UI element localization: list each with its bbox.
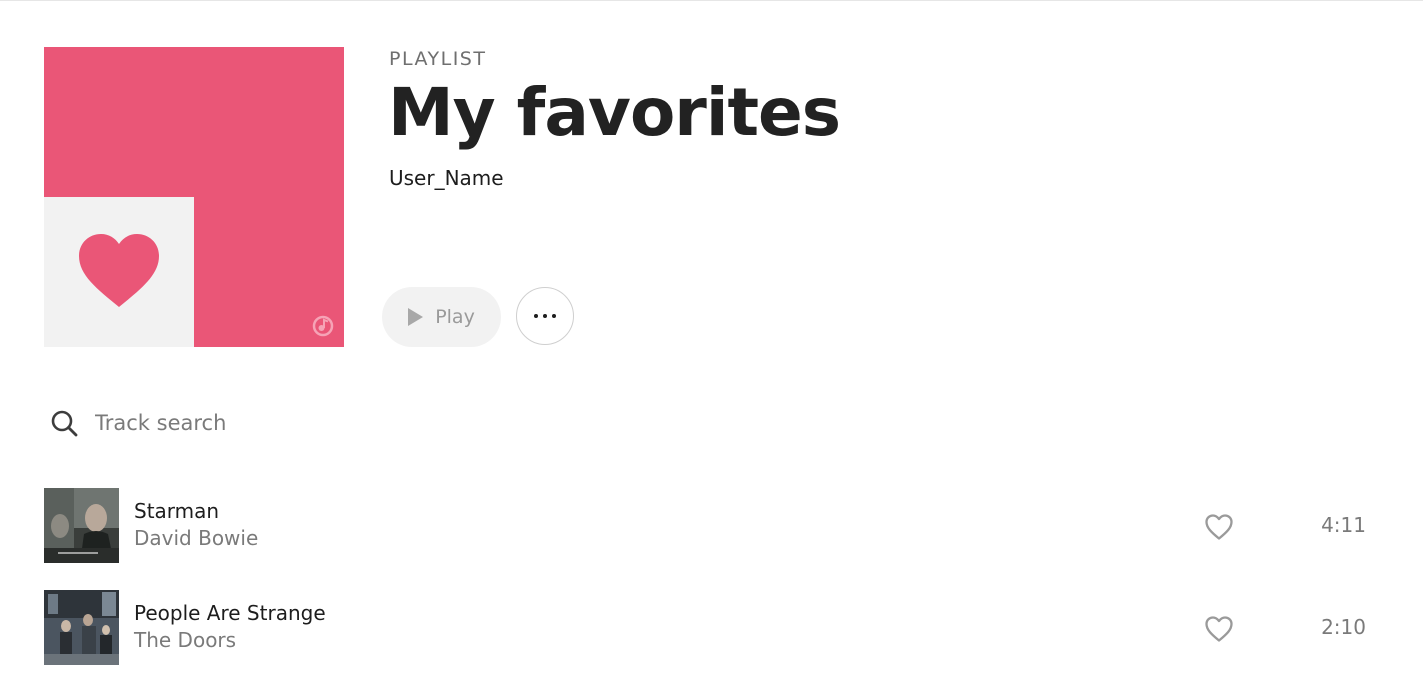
heart-outline-icon[interactable] bbox=[1204, 615, 1234, 643]
track-title[interactable]: People Are Strange bbox=[134, 601, 326, 625]
playlist-owner[interactable]: User_Name bbox=[389, 166, 504, 190]
more-dots-icon bbox=[534, 314, 538, 318]
play-icon bbox=[408, 308, 424, 326]
album-art-starman bbox=[44, 488, 119, 563]
track-duration: 2:10 bbox=[1321, 615, 1366, 639]
play-button[interactable]: Play bbox=[382, 287, 501, 347]
track-row[interactable]: Starman David Bowie 4:11 bbox=[44, 488, 1374, 563]
more-options-button[interactable] bbox=[516, 287, 574, 345]
search-icon[interactable] bbox=[50, 409, 78, 437]
cover-inner-square bbox=[44, 197, 194, 347]
more-dot bbox=[552, 314, 556, 318]
track-artist[interactable]: The Doors bbox=[134, 628, 236, 652]
track-title[interactable]: Starman bbox=[134, 499, 219, 523]
track-search bbox=[50, 402, 450, 444]
more-dot bbox=[543, 314, 547, 318]
track-duration: 4:11 bbox=[1321, 513, 1366, 537]
playlist-page: PLAYLIST My favorites User_Name Play Tra… bbox=[0, 0, 1423, 676]
heart-outline-icon[interactable] bbox=[1204, 513, 1234, 541]
play-button-label: Play bbox=[435, 306, 475, 328]
playlist-cover bbox=[44, 47, 344, 347]
top-divider bbox=[0, 0, 1423, 1]
album-art-strange-days bbox=[44, 590, 119, 665]
playlist-kicker: PLAYLIST bbox=[389, 48, 487, 70]
track-cover[interactable] bbox=[44, 488, 119, 563]
music-note-logo-icon bbox=[312, 315, 334, 337]
track-artist[interactable]: David Bowie bbox=[134, 526, 258, 550]
heart-icon bbox=[79, 234, 159, 307]
track-row[interactable]: People Are Strange The Doors 2:10 bbox=[44, 590, 1374, 665]
playlist-title: My favorites bbox=[388, 74, 841, 151]
track-cover[interactable] bbox=[44, 590, 119, 665]
track-search-input[interactable] bbox=[93, 410, 427, 436]
